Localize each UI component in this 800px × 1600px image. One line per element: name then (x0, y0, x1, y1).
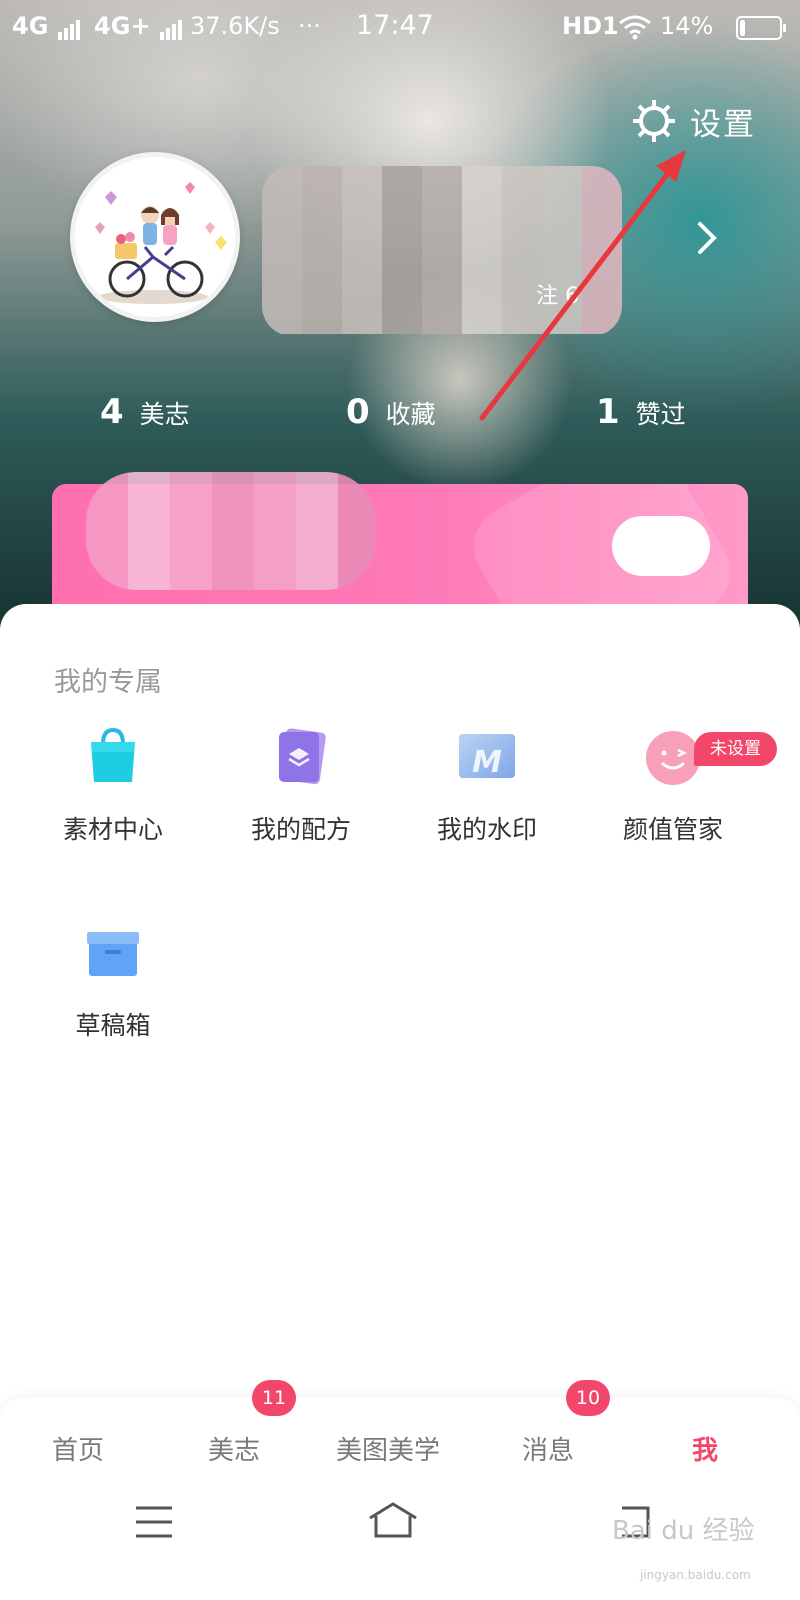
signal-icon (56, 12, 81, 40)
stat-label: 美志 (139, 400, 190, 429)
tool-label: 草稿箱 (75, 1011, 151, 1040)
battery-level (740, 20, 745, 36)
nav-messages[interactable]: 消息 (522, 1430, 574, 1467)
tool-materials[interactable]: 素材中心 (38, 726, 188, 846)
mosaic-tile (502, 208, 542, 250)
username-blurred (262, 166, 622, 336)
mosaic-tile (254, 472, 296, 532)
mosaic-tile (342, 208, 382, 250)
mosaic-tile (302, 208, 342, 250)
svg-text:M: M (472, 745, 502, 780)
mosaic-tile (342, 166, 382, 208)
wifi-icon (618, 14, 652, 46)
mosaic-tile (128, 532, 170, 590)
avatar[interactable] (70, 152, 240, 322)
shopping-bag-icon (83, 726, 143, 786)
hd-indicator: HD1 (562, 12, 619, 40)
mosaic-tile (382, 250, 422, 292)
settings-label: 设置 (690, 106, 756, 143)
not-set-badge: 未设置 (694, 732, 777, 766)
mosaic-tile (422, 208, 462, 250)
clock: 17:47 (356, 10, 434, 41)
mosaic-tile (542, 208, 582, 250)
stat-label: 赞过 (635, 400, 686, 429)
stat-favorites[interactable]: 0 收藏 (346, 392, 436, 432)
mosaic-tile (170, 532, 212, 590)
stat-liked[interactable]: 1 赞过 (596, 392, 686, 432)
mosaic-tile (542, 166, 582, 208)
mosaic-tile (262, 250, 302, 292)
watermark-m-icon: M (457, 726, 517, 786)
carrier-1: 4G (12, 12, 81, 40)
mosaic-tile (462, 166, 502, 208)
chevron-right-icon[interactable] (694, 220, 722, 256)
mosaic-tile (462, 292, 502, 334)
section-title: 我的专属 (54, 667, 162, 698)
mosaic-tile (462, 208, 502, 250)
nav-meitu-aesthetics[interactable]: 美图美学 (336, 1430, 440, 1467)
follow-count: 注 6 (536, 284, 579, 309)
tool-label: 颜值管家 (622, 815, 723, 844)
tool-recipes[interactable]: 我的配方 (226, 726, 376, 846)
tool-label: 我的配方 (250, 815, 351, 844)
baidu-watermark: Bai du 经验 (612, 1516, 755, 1546)
nav-home[interactable]: 首页 (52, 1430, 104, 1467)
nav-me[interactable]: 我 (692, 1430, 718, 1467)
nav-messages-count-badge: 10 (566, 1380, 610, 1416)
mosaic-tile (502, 166, 542, 208)
mosaic-tile (212, 472, 254, 532)
more-dots: ··· (298, 12, 321, 40)
home-icon[interactable] (366, 1500, 420, 1540)
menu-icon[interactable] (134, 1504, 174, 1540)
battery-icon (736, 16, 786, 40)
mosaic-tile (382, 208, 422, 250)
nav-meizhi[interactable]: 美志 (208, 1430, 260, 1467)
settings-button[interactable]: 设置 (630, 96, 756, 146)
mosaic-tile (296, 532, 338, 590)
mosaic-tile (212, 532, 254, 590)
stat-label: 收藏 (385, 400, 436, 429)
mosaic-tile (582, 208, 622, 250)
banner-action-button[interactable] (612, 516, 710, 576)
tool-label: 我的水印 (436, 815, 537, 844)
mosaic-tile (128, 472, 170, 532)
status-bar: 4G 4G+ 37.6K/s ··· 17:47 HD1 14% (0, 0, 800, 56)
stat-number: 4 (100, 392, 124, 432)
mosaic-tile (582, 250, 622, 292)
network-speed: 37.6K/s (190, 12, 280, 40)
mosaic-tile (254, 532, 296, 590)
mosaic-tile (422, 250, 462, 292)
mosaic-tile (462, 250, 502, 292)
mosaic-tile (262, 208, 302, 250)
mosaic-tile (342, 292, 382, 334)
couple-bicycle-illustration (75, 157, 235, 317)
banner-text-blurred (86, 472, 376, 590)
mosaic-tile (382, 166, 422, 208)
battery-percent: 14% (660, 12, 714, 40)
mosaic-tile (422, 292, 462, 334)
tool-watermark[interactable]: M 我的水印 (412, 726, 562, 846)
mosaic-tile (342, 250, 382, 292)
mosaic-tile (170, 472, 212, 532)
mosaic-tile (296, 472, 338, 532)
gear-icon (633, 100, 675, 142)
mosaic-tile (302, 292, 342, 334)
carrier-2: 4G+ (94, 12, 183, 40)
nav-meizhi-count-badge: 11 (252, 1380, 296, 1416)
mosaic-tile (302, 166, 342, 208)
tool-label: 素材中心 (62, 815, 163, 844)
stat-number: 1 (596, 392, 620, 432)
stat-meizhi[interactable]: 4 美志 (100, 392, 190, 432)
watermark-url: jingyan.baidu.com (640, 1568, 751, 1582)
tool-drafts[interactable]: 草稿箱 (38, 922, 188, 1042)
draft-box-icon (83, 922, 143, 982)
mosaic-tile (422, 166, 462, 208)
signal-icon (158, 12, 183, 40)
stat-number: 0 (346, 392, 370, 432)
layers-card-icon (271, 726, 331, 786)
mosaic-tile (302, 250, 342, 292)
mosaic-tile (382, 292, 422, 334)
